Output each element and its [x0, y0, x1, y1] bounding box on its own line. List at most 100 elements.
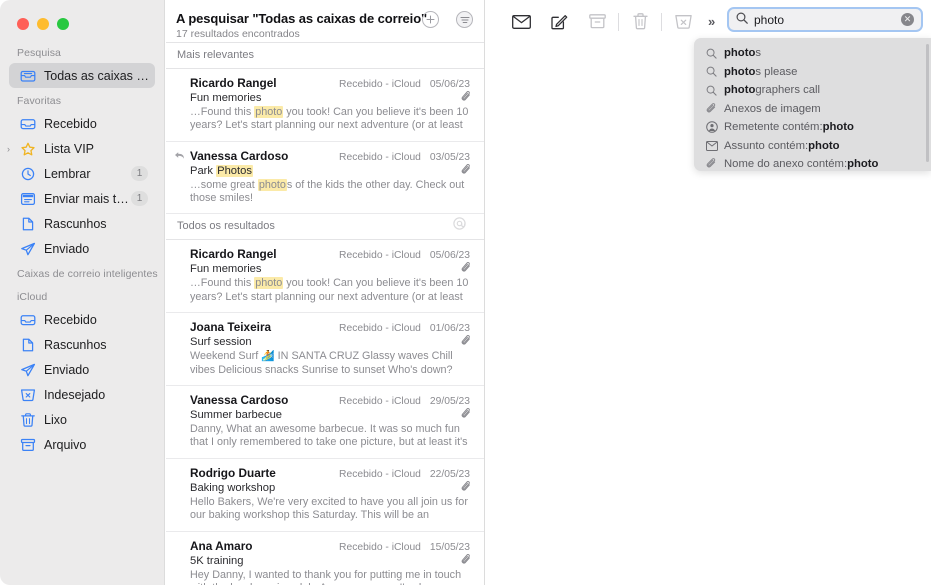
suggestion-label: s please	[755, 66, 797, 78]
message-list-item[interactable]: Joana TeixeiraRecebido - iCloud01/06/23S…	[166, 313, 484, 385]
sidebar-item-label: Enviar mais tarde	[44, 192, 131, 206]
search-icon	[704, 48, 719, 59]
mark-unread-button[interactable]	[502, 7, 540, 37]
message-sender: Ana Amaro	[190, 539, 339, 553]
compose-button[interactable]	[540, 7, 578, 37]
message-list[interactable]: A pesquisar "Todas as caixas de correio"…	[166, 0, 485, 585]
paperclip-icon	[704, 158, 719, 170]
sidebar-item-recebido[interactable]: Recebido	[9, 111, 155, 136]
sidebar-item-label: Rascunhos	[44, 338, 155, 352]
sidebar-item-indesejado[interactable]: Indesejado	[9, 382, 155, 407]
suggestion-label: Remetente contém:	[724, 121, 823, 133]
message-preview: …Found this photo you took! Can you beli…	[190, 106, 470, 133]
sidebar-item-label: Enviado	[44, 363, 155, 377]
unread-badge: 1	[131, 191, 148, 206]
sidebar-item-lixo[interactable]: Lixo	[9, 407, 155, 432]
message-date: 01/06/23	[430, 323, 470, 334]
message-list-item[interactable]: Ricardo RangelRecebido - iCloud05/06/23F…	[166, 240, 484, 313]
document-icon	[19, 337, 37, 353]
preview-text: Danny, What an awesome barbecue. It was …	[190, 423, 468, 450]
sidebar-item-enviado[interactable]: Enviado	[9, 236, 155, 261]
message-preview: …Found this photo you took! Can you beli…	[190, 277, 470, 304]
zoom-button[interactable]	[57, 18, 69, 30]
search-suggestion-item[interactable]: Anexos de imagem	[694, 100, 931, 119]
sidebar-item-enviado[interactable]: Enviado	[9, 357, 155, 382]
subject-match-highlight: Photos	[216, 165, 253, 177]
toolbar: » photo ✕	[486, 0, 931, 43]
toolbar-overflow-button[interactable]: »	[708, 14, 715, 29]
message-preview: …some great photos of the kids the other…	[190, 179, 470, 205]
search-suggestion-item[interactable]: photos please	[694, 63, 931, 82]
close-button[interactable]	[17, 18, 29, 30]
search-suggestions-menu[interactable]: photosphotos pleasephotographers callAne…	[694, 38, 931, 171]
suggestion-label: graphers call	[755, 84, 820, 96]
sidebar-item-label: Lista VIP	[44, 142, 155, 156]
message-mailbox: Recebido - iCloud	[339, 396, 421, 407]
message-date: 29/05/23	[430, 396, 470, 407]
search-suggestion-item[interactable]: Assunto contém: photo	[694, 137, 931, 156]
replied-arrow-icon	[174, 151, 185, 163]
message-group-label: Todos os resultados	[166, 214, 484, 239]
message-list-item[interactable]: Rodrigo DuarteRecebido - iCloud22/05/23B…	[166, 459, 484, 532]
message-mailbox: Recebido - iCloud	[339, 542, 421, 553]
suggestion-label: Assunto contém:	[724, 140, 808, 152]
message-mailbox: Recebido - iCloud	[339, 469, 421, 480]
sidebar-item-label: Recebido	[44, 117, 155, 131]
chevron-right-icon[interactable]: ›	[7, 144, 10, 154]
toolbar-separator	[661, 13, 662, 31]
message-sender: Joana Teixeira	[190, 320, 339, 334]
junk-button[interactable]	[664, 7, 702, 37]
sidebar-item-label: Arquivo	[44, 438, 155, 452]
sidebar-item-todas-as-caixas-de[interactable]: Todas as caixas de…	[9, 63, 155, 88]
filter-button[interactable]	[456, 11, 473, 28]
message-mailbox: Recebido - iCloud	[339, 250, 421, 261]
paper-plane-icon	[19, 362, 37, 378]
inbox-icon	[19, 116, 37, 132]
message-sender: Ricardo Rangel	[190, 76, 339, 90]
search-suggestion-item[interactable]: photos	[694, 44, 931, 63]
mail-window: PesquisaTodas as caixas de…FavoritasRece…	[0, 0, 931, 585]
minimize-button[interactable]	[37, 18, 49, 30]
sidebar-item-enviar-mais-tarde[interactable]: Enviar mais tarde1	[9, 186, 155, 211]
group-label-text: Todos os resultados	[177, 220, 275, 232]
search-input[interactable]: photo	[754, 13, 901, 27]
sidebar-item-lembrar[interactable]: Lembrar1	[9, 161, 155, 186]
suggestions-scrollbar[interactable]	[926, 44, 929, 162]
sidebar-section-title: Caixas de correio inteligentes	[0, 261, 164, 284]
preview-text: …Found this	[190, 106, 254, 118]
message-subject: Summer barbecue	[190, 409, 470, 421]
document-icon	[19, 216, 37, 232]
attachment-paperclip-icon	[460, 262, 472, 278]
search-suggestion-item[interactable]: photographers call	[694, 81, 931, 100]
unread-badge: 1	[131, 166, 148, 181]
message-list-item[interactable]: Ana AmaroRecebido - iCloud15/05/235K tra…	[166, 532, 484, 585]
suggestion-query-term: photo	[808, 140, 839, 152]
paperclip-icon	[704, 103, 719, 115]
message-sender: Vanessa Cardoso	[190, 149, 339, 163]
sidebar-item-rascunhos[interactable]: Rascunhos	[9, 332, 155, 357]
delete-button[interactable]	[621, 7, 659, 37]
message-sender: Rodrigo Duarte	[190, 466, 339, 480]
archive-button[interactable]	[578, 7, 616, 37]
sidebar-item-rascunhos[interactable]: Rascunhos	[9, 211, 155, 236]
sidebar-item-lista-vip[interactable]: › Lista VIP	[9, 136, 155, 161]
message-list-item[interactable]: Vanessa CardosoRecebido - iCloud29/05/23…	[166, 386, 484, 459]
clear-search-button[interactable]: ✕	[901, 13, 914, 26]
add-search-token-button[interactable]	[422, 11, 439, 28]
search-suggestion-item[interactable]: Remetente contém: photo	[694, 118, 931, 137]
suggestion-matched-prefix: photo	[724, 47, 755, 59]
search-suggestion-item[interactable]: Nome do anexo contém: photo	[694, 155, 931, 171]
message-date: 15/05/23	[430, 542, 470, 553]
attachment-paperclip-icon	[460, 335, 472, 351]
sidebar-item-recebido[interactable]: Recebido	[9, 307, 155, 332]
preview-text: Hey Danny, I wanted to thank you for put…	[190, 569, 461, 585]
sidebar-item-label: Enviado	[44, 242, 155, 256]
message-list-item[interactable]: Vanessa CardosoRecebido - iCloud03/05/23…	[166, 142, 484, 214]
mailbox-icon	[19, 68, 37, 84]
search-field[interactable]: photo ✕	[727, 7, 923, 32]
message-list-item[interactable]: Ricardo RangelRecebido - iCloud05/06/23F…	[166, 69, 484, 142]
preview-match-highlight: photo	[254, 277, 283, 289]
sidebar-section-title: Pesquisa	[0, 40, 164, 63]
preview-text: …some great	[190, 179, 258, 191]
sidebar-item-arquivo[interactable]: Arquivo	[9, 432, 155, 457]
